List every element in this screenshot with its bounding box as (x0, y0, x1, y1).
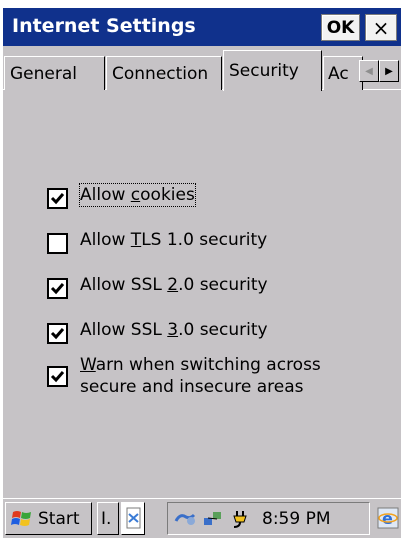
device-screen: Internet Settings OK × General Connectio… (3, 8, 401, 538)
power-plug-icon[interactable] (230, 509, 252, 529)
checkmark-icon (50, 328, 65, 340)
title-bar: Internet Settings OK × (3, 8, 401, 46)
internet-explorer-button[interactable]: e (376, 504, 400, 532)
checkmark-icon (50, 193, 65, 205)
option-allow-cookies[interactable]: Allow cookies (47, 183, 196, 209)
allow-ssl2-label: Allow SSL 2.0 security (80, 275, 268, 295)
taskbar: Start I. 8:59 PM e (3, 498, 401, 538)
allow-ssl3-checkbox[interactable] (47, 323, 68, 344)
svg-text:e: e (382, 509, 393, 528)
checkmark-icon (50, 371, 65, 383)
warn-switching-label: Warn when switching across secure and in… (80, 355, 321, 397)
close-button[interactable]: × (365, 14, 397, 41)
system-tray: 8:59 PM (167, 502, 370, 535)
taskbar-app-button[interactable]: I. (97, 502, 119, 535)
clock[interactable]: 8:59 PM (262, 509, 331, 529)
tab-strip: General Connection Security Ac ◀ ▶ (3, 46, 401, 92)
scroll-right-icon[interactable]: ▶ (379, 60, 399, 82)
windows-flag-icon (11, 510, 31, 526)
tab-scroll-buttons: ◀ ▶ (359, 60, 399, 82)
start-button[interactable]: Start (5, 502, 92, 535)
network-icon[interactable] (174, 509, 196, 529)
allow-ssl2-checkbox[interactable] (47, 278, 68, 299)
option-allow-tls[interactable]: Allow TLS 1.0 security (47, 229, 267, 254)
tab-connection[interactable]: Connection (106, 56, 222, 90)
scroll-left-icon[interactable]: ◀ (359, 60, 379, 82)
tab-security[interactable]: Security (223, 50, 322, 91)
document-icon (126, 507, 141, 528)
option-warn-switching[interactable]: Warn when switching across secure and in… (47, 354, 360, 398)
option-allow-ssl2[interactable]: Allow SSL 2.0 security (47, 274, 268, 299)
allow-tls-checkbox[interactable] (47, 233, 68, 254)
tab-advanced[interactable]: Ac (323, 56, 363, 90)
internet-explorer-icon: e (377, 507, 399, 529)
start-label: Start (38, 508, 80, 529)
allow-ssl3-label: Allow SSL 3.0 security (80, 320, 268, 340)
tab-general[interactable]: General (4, 56, 105, 90)
option-allow-ssl3[interactable]: Allow SSL 3.0 security (47, 319, 268, 344)
taskbar-document-button[interactable] (121, 502, 145, 535)
connection-icon[interactable] (202, 509, 224, 529)
ok-button[interactable]: OK (321, 14, 360, 41)
warn-switching-checkbox[interactable] (47, 366, 68, 387)
allow-cookies-checkbox[interactable] (47, 188, 68, 209)
allow-cookies-label: Allow cookies (79, 183, 196, 207)
allow-tls-label: Allow TLS 1.0 security (80, 230, 268, 250)
checkmark-icon (50, 283, 65, 295)
window-title: Internet Settings (12, 15, 196, 37)
